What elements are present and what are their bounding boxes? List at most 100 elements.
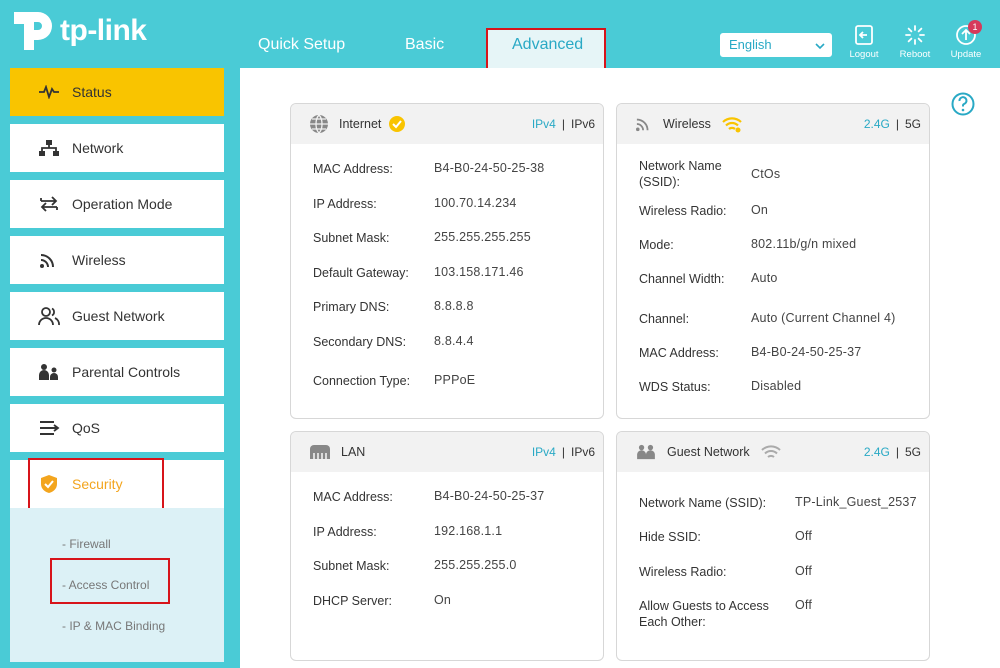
reboot-button[interactable]: Reboot xyxy=(893,24,937,60)
sidebar-item-label: QoS xyxy=(72,420,101,436)
info-value: 100.70.14.234 xyxy=(434,196,517,210)
operation-mode-icon xyxy=(36,195,62,213)
info-label: IP Address: xyxy=(313,197,377,211)
guest-group-icon xyxy=(635,444,657,460)
info-value: 103.158.171.46 xyxy=(434,265,524,279)
info-value: Off xyxy=(795,598,813,612)
guest-icon xyxy=(36,306,62,326)
sidebar-item-network[interactable]: Network xyxy=(10,124,224,172)
wifi-signal-icon xyxy=(721,115,743,133)
update-button[interactable]: Update 1 xyxy=(944,20,988,60)
access-control-highlight xyxy=(50,558,170,604)
card-title: Guest Network xyxy=(667,445,750,459)
submenu-item-ip-mac-binding[interactable]: - IP & MAC Binding xyxy=(62,619,165,633)
info-label: Subnet Mask: xyxy=(313,559,390,573)
band-24g-option[interactable]: 2.4G xyxy=(864,117,890,131)
wireless-icon xyxy=(635,116,653,132)
ipv4-option[interactable]: IPv4 xyxy=(532,445,556,459)
band-5g-option[interactable]: 5G xyxy=(905,117,921,131)
band-toggle[interactable]: 2.4G | 5G xyxy=(864,117,921,131)
lan-port-icon xyxy=(309,444,331,460)
card-header: Internet IPv4 | IPv6 xyxy=(291,104,603,144)
tab-advanced[interactable]: Advanced xyxy=(512,36,583,54)
sidebar-item-qos[interactable]: QoS xyxy=(10,404,224,452)
sidebar-item-operation-mode[interactable]: Operation Mode xyxy=(10,180,224,228)
wireless-icon xyxy=(36,251,62,269)
globe-icon xyxy=(309,114,329,134)
tp-link-logo-icon xyxy=(10,8,56,54)
band-24g-option[interactable]: 2.4G xyxy=(864,445,890,459)
info-value: On xyxy=(751,203,769,217)
ipv4-option[interactable]: IPv4 xyxy=(532,117,556,131)
ipv6-option[interactable]: IPv6 xyxy=(571,117,595,131)
help-icon[interactable] xyxy=(951,92,975,121)
info-value: 255.255.255.0 xyxy=(434,558,517,572)
card-header: Guest Network 2.4G | 5G xyxy=(617,432,929,472)
info-label: DHCP Server: xyxy=(313,594,392,608)
card-title: LAN xyxy=(341,445,366,459)
info-value: Auto xyxy=(751,271,778,285)
info-value: B4-B0-24-50-25-37 xyxy=(434,489,545,503)
info-value: On xyxy=(434,593,452,607)
info-value: B4-B0-24-50-25-37 xyxy=(751,345,862,359)
info-label: WDS Status: xyxy=(639,380,711,394)
sidebar-item-label: Parental Controls xyxy=(72,364,181,380)
info-label: MAC Address: xyxy=(313,162,393,176)
info-value: CtOs xyxy=(751,167,781,181)
info-label: Primary DNS: xyxy=(313,300,390,314)
info-value: Off xyxy=(795,529,813,543)
wifi-signal-icon xyxy=(760,443,782,461)
tab-quick-setup[interactable]: Quick Setup xyxy=(258,36,345,54)
card-header: Wireless 2.4G | 5G xyxy=(617,104,929,144)
info-label: Secondary DNS: xyxy=(313,335,407,349)
info-label: Default Gateway: xyxy=(313,266,409,280)
update-label: Update xyxy=(950,49,982,60)
sidebar-item-status[interactable]: Status xyxy=(10,68,224,116)
info-label: Channel Width: xyxy=(639,272,725,286)
ip-version-toggle[interactable]: IPv4 | IPv6 xyxy=(532,117,595,131)
check-circle-icon xyxy=(389,116,406,132)
logout-button[interactable]: Logout xyxy=(842,24,886,60)
reboot-icon xyxy=(905,25,925,45)
tab-basic[interactable]: Basic xyxy=(405,36,444,54)
band-toggle[interactable]: 2.4G | 5G xyxy=(864,445,921,459)
info-label: MAC Address: xyxy=(313,490,393,504)
info-label: Mode: xyxy=(639,238,674,252)
chevron-down-icon xyxy=(815,39,825,54)
info-value: 8.8.8.8 xyxy=(434,299,474,313)
ipv6-option[interactable]: IPv6 xyxy=(571,445,595,459)
sidebar-item-guest-network[interactable]: Guest Network xyxy=(10,292,224,340)
qos-icon xyxy=(36,419,62,437)
info-value: PPPoE xyxy=(434,373,476,387)
info-value: Off xyxy=(795,564,813,578)
info-value: TP-Link_Guest_2537 xyxy=(795,495,917,509)
info-label: Wireless Radio: xyxy=(639,565,727,579)
sidebar-item-label: Network xyxy=(72,140,124,156)
info-value: 8.8.4.4 xyxy=(434,334,474,348)
info-value: Auto (Current Channel 4) xyxy=(751,311,896,325)
info-label: Allow Guests to Access Each Other: xyxy=(639,599,769,629)
card-title: Internet xyxy=(339,117,382,131)
sidebar-item-label: Status xyxy=(72,84,112,100)
ip-version-toggle[interactable]: IPv4 | IPv6 xyxy=(532,445,595,459)
sidebar-item-label: Guest Network xyxy=(72,308,165,324)
band-5g-option[interactable]: 5G xyxy=(905,445,921,459)
sidebar-item-wireless[interactable]: Wireless xyxy=(10,236,224,284)
guest-network-card: Guest Network 2.4G | 5G Network Name (SSID… xyxy=(616,431,930,661)
update-badge: 1 xyxy=(968,20,982,34)
info-value: B4-B0-24-50-25-38 xyxy=(434,161,545,175)
info-label: Hide SSID: xyxy=(639,530,701,544)
wireless-card: Wireless 2.4G | 5G Network Name (SSID): CtO… xyxy=(616,103,930,419)
info-label: MAC Address: xyxy=(639,346,719,360)
info-label: Subnet Mask: xyxy=(313,231,390,245)
brand-name: tp-link xyxy=(60,14,147,47)
info-label: Network Name (SSID): xyxy=(639,496,767,510)
sidebar-item-parental-controls[interactable]: Parental Controls xyxy=(10,348,224,396)
submenu-item-firewall[interactable]: - Firewall xyxy=(62,537,111,551)
internet-card: Internet IPv4 | IPv6 MAC Address: B4-B0-24-… xyxy=(290,103,604,419)
security-highlight xyxy=(28,458,164,510)
info-label: Connection Type: xyxy=(313,374,411,388)
language-select[interactable]: English xyxy=(720,33,832,57)
info-label: Channel: xyxy=(639,312,690,326)
submenu-label: IP & MAC Binding xyxy=(69,619,166,633)
